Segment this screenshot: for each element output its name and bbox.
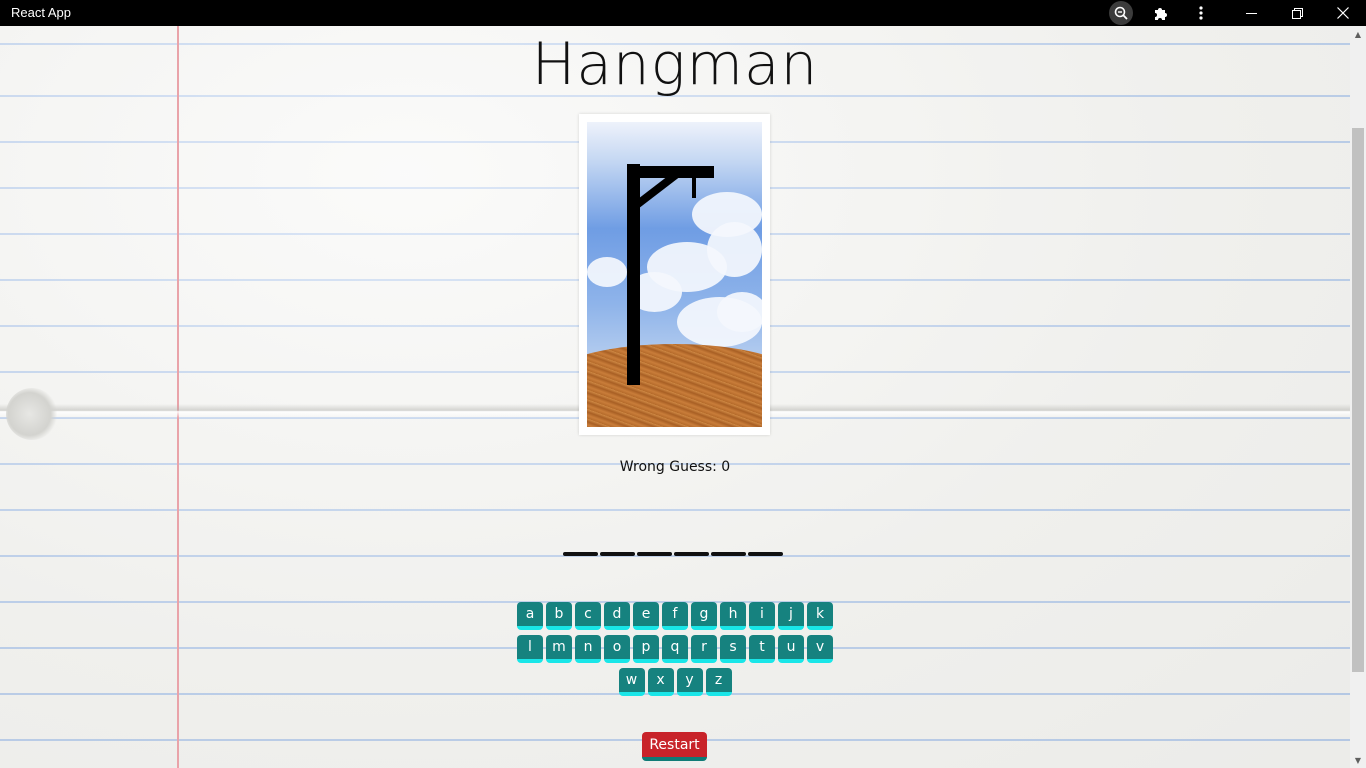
minimize-icon [1245, 12, 1257, 14]
letter-key-b[interactable]: b [546, 602, 572, 630]
close-button[interactable] [1320, 0, 1366, 26]
menu-button[interactable] [1188, 0, 1214, 26]
window-title: React App [11, 5, 71, 20]
page-title: Hangman [531, 30, 819, 98]
extensions-button[interactable] [1148, 0, 1174, 26]
paper-hole [6, 388, 58, 440]
letter-blank [563, 552, 598, 556]
letter-key-x[interactable]: x [647, 668, 674, 696]
letter-key-y[interactable]: y [676, 668, 703, 696]
letter-key-a[interactable]: a [517, 602, 543, 630]
letter-key-k[interactable]: k [807, 602, 833, 630]
letter-key-v[interactable]: v [807, 635, 833, 663]
letter-key-m[interactable]: m [546, 635, 572, 663]
extensions-icon [1155, 8, 1167, 20]
zoom-icon [1114, 6, 1128, 20]
wrong-guess-counter: Wrong Guess: 0 [619, 459, 731, 475]
restart-button[interactable]: Restart [642, 732, 707, 761]
letter-key-o[interactable]: o [604, 635, 630, 663]
letter-key-w[interactable]: w [618, 668, 645, 696]
letter-key-g[interactable]: g [691, 602, 717, 630]
zoom-button[interactable] [1108, 0, 1134, 26]
letter-blank [711, 552, 746, 556]
close-icon [1337, 7, 1349, 19]
letter-blank [637, 552, 672, 556]
letter-key-z[interactable]: z [705, 668, 732, 696]
word-blanks [563, 552, 783, 556]
scroll-up-arrow-icon[interactable]: ▲ [1350, 26, 1366, 42]
hangman-image [587, 122, 762, 427]
letter-key-e[interactable]: e [633, 602, 659, 630]
letter-blank [600, 552, 635, 556]
scroll-thumb[interactable] [1352, 128, 1364, 672]
vertical-scrollbar[interactable]: ▲ ▼ [1350, 26, 1366, 768]
keyboard-row: abcdefghijk [0, 602, 1350, 630]
letter-key-h[interactable]: h [720, 602, 746, 630]
minimize-button[interactable] [1228, 0, 1274, 26]
letter-key-l[interactable]: l [517, 635, 543, 663]
letter-key-p[interactable]: p [633, 635, 659, 663]
letter-key-f[interactable]: f [662, 602, 688, 630]
scroll-down-arrow-icon[interactable]: ▼ [1350, 752, 1366, 768]
restore-icon [1291, 7, 1303, 19]
hangman-image-card [579, 114, 770, 435]
letter-key-u[interactable]: u [778, 635, 804, 663]
keyboard-row: lmnopqrstuv [0, 635, 1350, 663]
letter-key-q[interactable]: q [662, 635, 688, 663]
restore-button[interactable] [1274, 0, 1320, 26]
keyboard-row: wxyz [0, 668, 1350, 696]
letter-key-t[interactable]: t [749, 635, 775, 663]
letter-key-r[interactable]: r [691, 635, 717, 663]
letter-key-s[interactable]: s [720, 635, 746, 663]
letter-key-j[interactable]: j [778, 602, 804, 630]
letter-keyboard: abcdefghijk lmnopqrstuv wxyz [0, 602, 1350, 701]
letter-key-d[interactable]: d [604, 602, 630, 630]
menu-icon [1199, 6, 1203, 20]
letter-blank [748, 552, 783, 556]
letter-key-i[interactable]: i [749, 602, 775, 630]
letter-key-c[interactable]: c [575, 602, 601, 630]
letter-key-n[interactable]: n [575, 635, 601, 663]
window-title-bar: React App [0, 0, 1366, 26]
letter-blank [674, 552, 709, 556]
gallows-icon [627, 164, 714, 385]
notebook-paper-background: Hangman Wrong Guess: 0 abcdefghijk lmnopq… [0, 26, 1350, 768]
